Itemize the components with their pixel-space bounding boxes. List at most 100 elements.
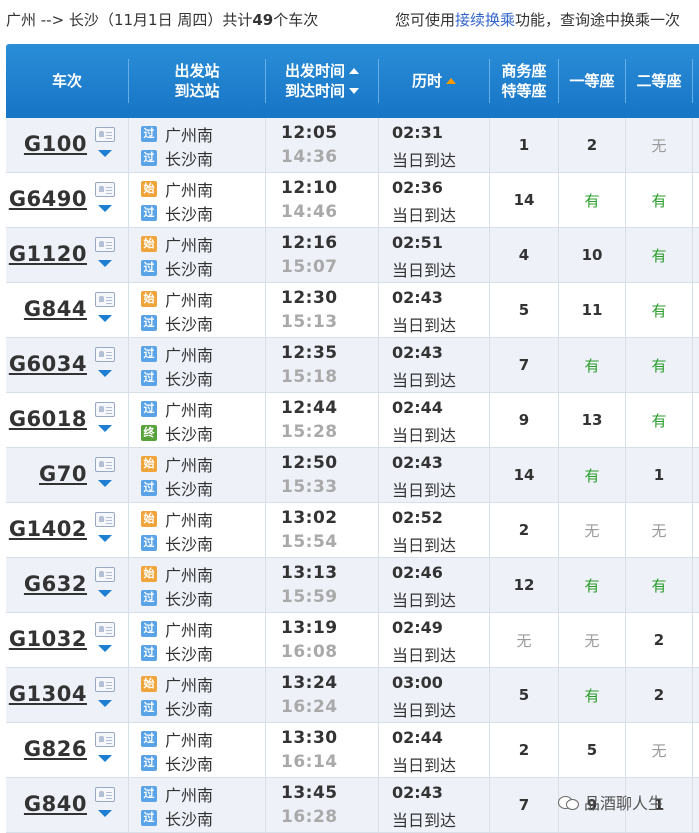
cell-divider [265,613,266,667]
train-cell: G1120 [6,228,116,282]
train-info-card-icon[interactable] [95,292,115,307]
header-duration[interactable]: 历时 [379,44,489,118]
time-cell: 13:13 15:59 [266,558,378,612]
train-info-card-icon[interactable] [95,512,115,527]
chevron-down-icon[interactable] [98,755,112,762]
arrival-time: 16:08 [281,642,338,662]
sort-asc-icon[interactable] [446,78,456,84]
to-station-name: 长沙南 [165,150,214,169]
query-summary: 广州 --> 长沙（11月1日 周四）共计49个车次 您可使用接续换乘功能，查询… [6,8,699,32]
train-number-link[interactable]: G632 [24,572,87,596]
chevron-down-icon[interactable] [98,260,112,267]
cell-divider [265,228,266,282]
departure-time: 13:24 [281,673,338,693]
arrival-day: 当日到达 [392,261,457,280]
header-business: 商务座 特等座 [490,44,558,118]
station-type-badge: 过 [141,786,157,802]
first-class-seat: 5 [586,741,598,759]
cell-divider [558,118,559,172]
first-class-seat: 有 [584,191,600,210]
second-class-seat: 1 [653,466,665,484]
cell-divider [378,778,379,832]
cell-divider [378,173,379,227]
from-station-name: 广州南 [165,291,214,310]
train-number-link[interactable]: G70 [39,462,87,486]
arrival-time: 16:24 [281,697,338,717]
station-type-badge: 始 [141,236,157,252]
from-station: 始广州南 [141,673,213,695]
train-info-card-icon[interactable] [95,237,115,252]
train-info-card-icon[interactable] [95,622,115,637]
cell-divider [378,613,379,667]
train-info-card-icon[interactable] [95,457,115,472]
chevron-down-icon[interactable] [98,315,112,322]
train-number-link[interactable]: G6018 [9,407,87,431]
cell-divider [265,558,266,612]
transfer-link[interactable]: 接续换乘 [455,11,515,29]
train-number-link[interactable]: G6490 [9,187,87,211]
departure-time: 12:05 [281,123,338,143]
first-class-seat: 13 [581,411,603,429]
train-info-card-icon[interactable] [95,732,115,747]
train-number-link[interactable]: G844 [24,297,87,321]
arrival-day: 当日到达 [392,206,457,225]
chevron-down-icon[interactable] [98,480,112,487]
train-info-card-icon[interactable] [95,677,115,692]
table-header: 车次 出发站 到达站 出发时间 到达时间 历时 商务座 特等座 一等座 二等座 [6,44,699,118]
departure-time: 13:02 [281,508,338,528]
train-info-card-icon[interactable] [95,182,115,197]
table-row: G1304 始广州南过长沙南 13:24 16:24 03:00 当日到达 5 有 2 [6,668,699,723]
cell-divider [489,613,490,667]
station-type-badge: 过 [141,315,157,331]
header-business-label: 商务座 [501,62,547,80]
duration-cell: 02:46 当日到达 [379,558,489,612]
train-number-link[interactable]: G826 [24,737,87,761]
cell-divider [692,723,693,777]
station-cell: 过广州南过长沙南 [129,118,265,172]
table-row: G632 始广州南过长沙南 13:13 15:59 02:46 当日到达 12 有 有 [6,558,699,613]
chevron-down-icon[interactable] [98,370,112,377]
sort-asc-icon[interactable] [349,68,359,74]
business-seat: 5 [518,686,530,704]
train-info-card-icon[interactable] [95,787,115,802]
train-number-link[interactable]: G1120 [9,242,87,266]
sort-desc-icon[interactable] [349,88,359,94]
arrival-time: 15:28 [281,422,338,442]
train-info-card-icon[interactable] [95,127,115,142]
to-station: 过长沙南 [141,532,213,554]
train-info-card-icon[interactable] [95,567,115,582]
chevron-down-icon[interactable] [98,590,112,597]
chevron-down-icon[interactable] [98,645,112,652]
train-number-link[interactable]: G1304 [9,682,87,706]
arrival-day: 当日到达 [392,371,457,390]
chevron-down-icon[interactable] [98,150,112,157]
time-cell: 12:05 14:36 [266,118,378,172]
header-train[interactable]: 车次 [6,44,128,118]
from-station-name: 广州南 [165,511,214,530]
duration-cell: 02:43 当日到达 [379,283,489,337]
second-class-seat: 无 [651,521,667,540]
chevron-down-icon[interactable] [98,535,112,542]
chevron-down-icon[interactable] [98,425,112,432]
train-number-link[interactable]: G100 [24,132,87,156]
duration: 02:43 [392,453,443,472]
chevron-down-icon[interactable] [98,700,112,707]
train-cell: G6034 [6,338,116,392]
header-time[interactable]: 出发时间 到达时间 [266,44,378,118]
departure-time: 12:50 [281,453,338,473]
train-info-card-icon[interactable] [95,402,115,417]
station-type-badge: 终 [141,425,157,441]
chevron-down-icon[interactable] [98,205,112,212]
train-number-link[interactable]: G6034 [9,352,87,376]
train-number-link[interactable]: G1032 [9,627,87,651]
duration-cell: 02:51 当日到达 [379,228,489,282]
train-info-card-icon[interactable] [95,347,115,362]
train-number-link[interactable]: G1402 [9,517,87,541]
cell-divider [265,393,266,447]
duration-cell: 02:44 当日到达 [379,393,489,447]
header-to-label: 到达站 [174,82,220,100]
train-number-link[interactable]: G840 [24,792,87,816]
to-station-name: 长沙南 [165,260,214,279]
chevron-down-icon[interactable] [98,810,112,817]
station-type-badge: 始 [141,566,157,582]
